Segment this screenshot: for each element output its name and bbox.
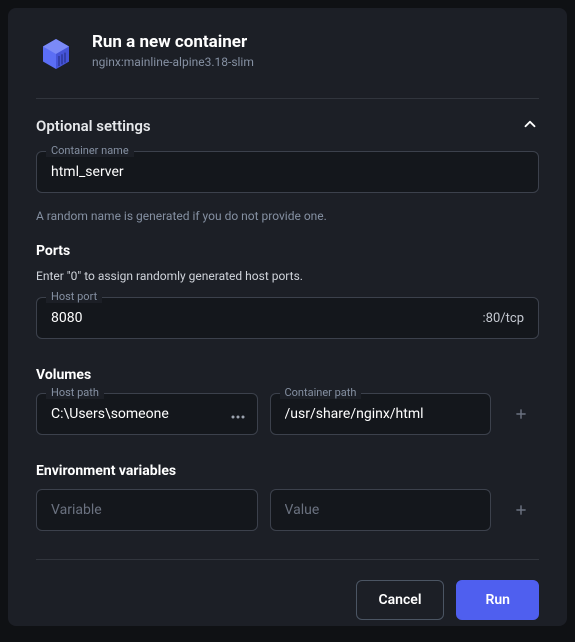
container-name-input[interactable] — [37, 152, 538, 192]
env-variable-input[interactable] — [37, 490, 257, 530]
host-path-label: Host path — [46, 386, 104, 399]
env-value-field — [270, 489, 492, 531]
container-icon — [36, 34, 76, 74]
volumes-section: Volumes Host path Container path — [36, 367, 539, 443]
host-port-field: Host port :80/tcp — [36, 297, 539, 339]
run-button[interactable]: Run — [456, 580, 539, 620]
cancel-button[interactable]: Cancel — [356, 580, 445, 620]
chevron-up-icon — [521, 115, 539, 137]
ports-title: Ports — [36, 243, 539, 259]
container-path-field: Container path — [270, 393, 492, 435]
env-title: Environment variables — [36, 463, 539, 479]
add-volume-button[interactable] — [503, 393, 539, 435]
container-name-field: Container name — [36, 151, 539, 193]
add-env-button[interactable] — [503, 489, 539, 531]
header-text: Run a new container nginx:mainline-alpin… — [92, 32, 254, 69]
host-port-input[interactable] — [37, 298, 483, 338]
optional-settings-toggle[interactable]: Optional settings — [36, 98, 539, 137]
env-variable-field — [36, 489, 258, 531]
host-port-label: Host port — [46, 290, 102, 303]
env-value-input[interactable] — [271, 490, 491, 530]
host-path-input[interactable] — [37, 394, 218, 434]
browse-button[interactable] — [218, 394, 257, 434]
host-path-field: Host path — [36, 393, 258, 435]
container-name-label: Container name — [46, 144, 134, 157]
container-path-label: Container path — [280, 386, 362, 399]
ports-section: Ports Enter "0" to assign randomly gener… — [36, 243, 539, 347]
dialog-footer: Cancel Run — [36, 559, 539, 620]
env-section: Environment variables — [36, 463, 539, 539]
image-tag: nginx:mainline-alpine3.18-slim — [92, 55, 254, 69]
optional-settings-label: Optional settings — [36, 117, 151, 135]
container-path-input[interactable] — [271, 394, 491, 434]
port-suffix: :80/tcp — [483, 311, 524, 326]
dialog-header: Run a new container nginx:mainline-alpin… — [36, 32, 539, 74]
volumes-title: Volumes — [36, 367, 539, 383]
dialog-title: Run a new container — [92, 32, 254, 52]
run-container-dialog: Run a new container nginx:mainline-alpin… — [8, 8, 567, 626]
ports-subtitle: Enter "0" to assign randomly generated h… — [36, 269, 539, 283]
container-name-helper: A random name is generated if you do not… — [36, 209, 539, 223]
